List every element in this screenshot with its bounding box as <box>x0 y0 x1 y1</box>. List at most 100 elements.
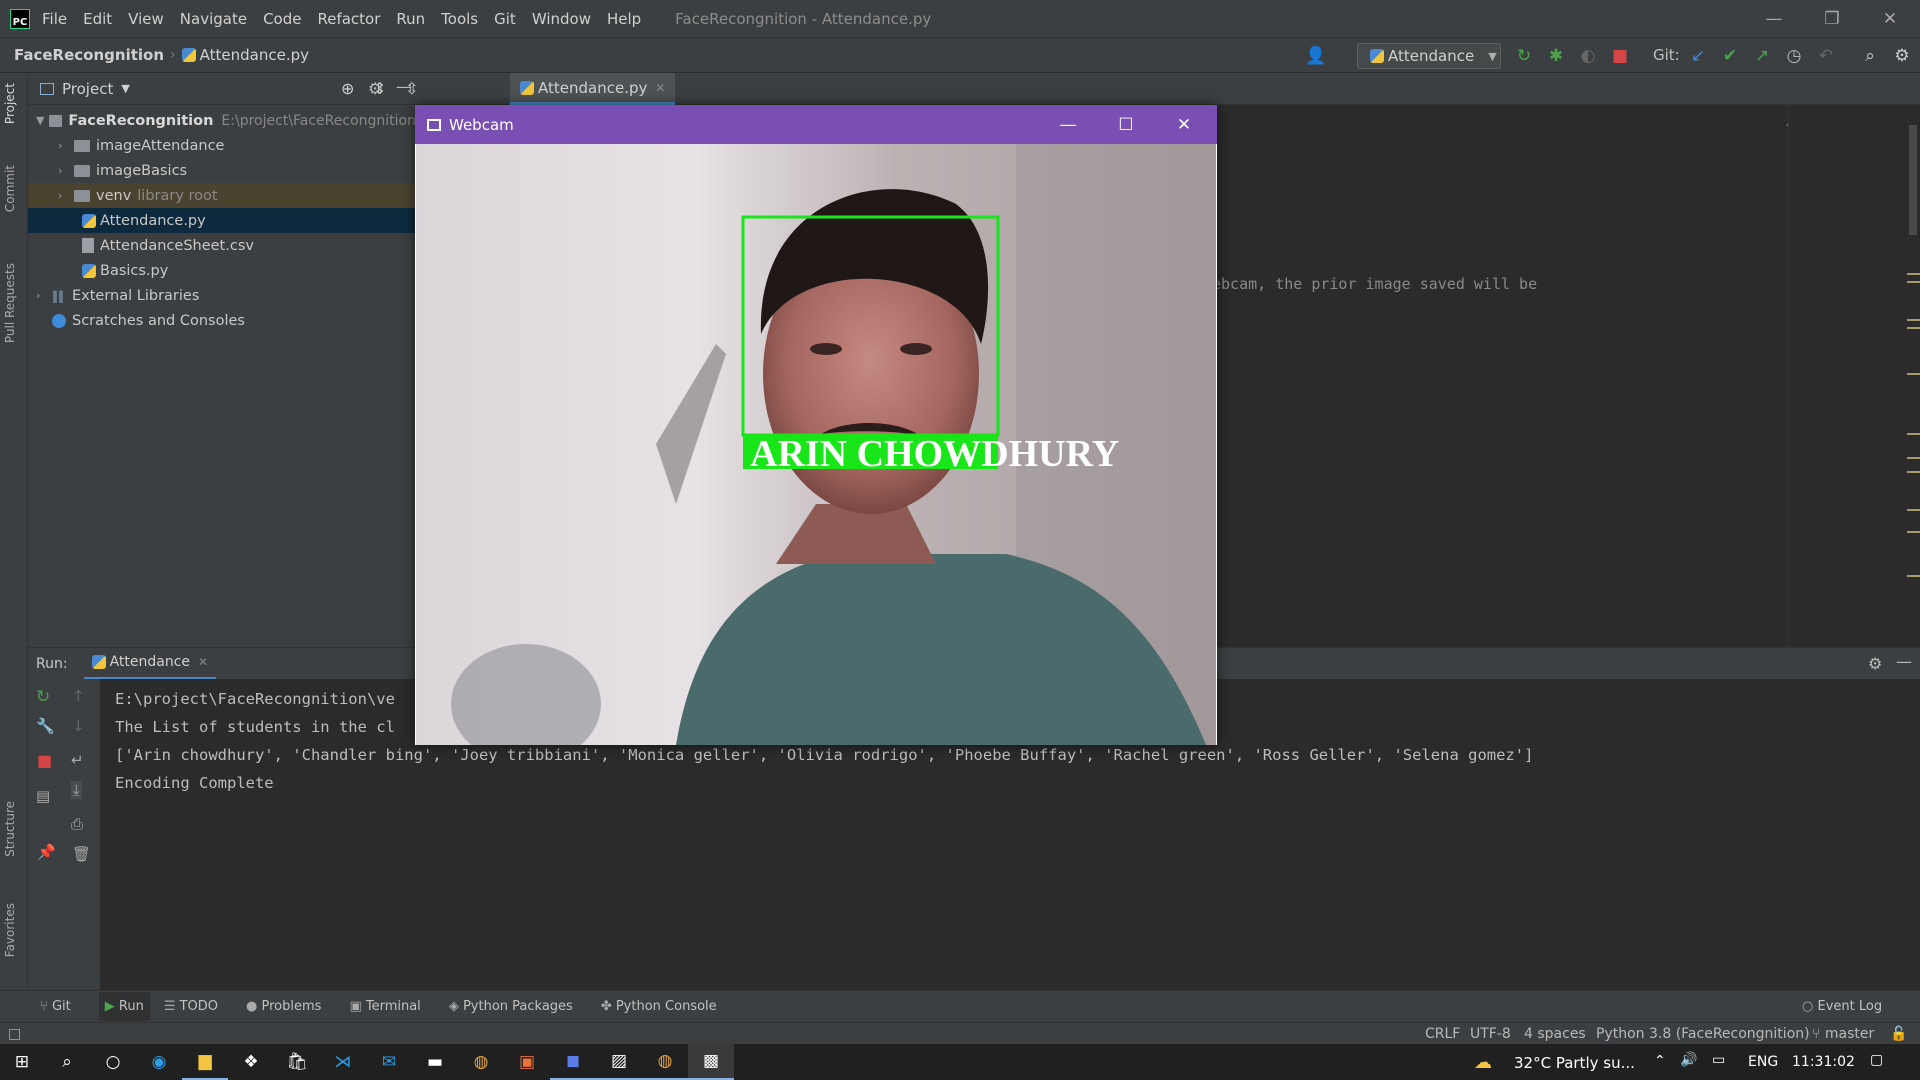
store-icon[interactable]: 🛍 <box>274 1044 320 1080</box>
run-tab-attendance[interactable]: Attendance ✕ <box>83 648 217 680</box>
menu-refactor[interactable]: Refactor <box>317 10 380 28</box>
git-update-icon[interactable]: ↙ <box>1688 46 1708 66</box>
scrollbar-thumb[interactable] <box>1909 125 1917 235</box>
menu-file[interactable]: File <box>42 10 67 28</box>
restore-icon[interactable]: ❐ <box>1803 0 1861 37</box>
breadcrumb-project[interactable]: FaceRecongnition <box>14 46 164 64</box>
tool-tab-problems[interactable]: ● Problems <box>246 999 321 1014</box>
trash-icon[interactable]: 🗑 <box>72 845 91 863</box>
minimize-icon[interactable]: — <box>1745 0 1803 37</box>
expand-arrow-icon[interactable]: › <box>36 289 52 302</box>
interpreter[interactable]: Python 3.8 (FaceRecongnition) <box>1596 1026 1810 1042</box>
event-log[interactable]: ○ Event Log <box>1802 999 1882 1014</box>
cortana-icon[interactable]: ○ <box>90 1044 136 1080</box>
stop-icon[interactable]: ■ <box>37 751 52 770</box>
arrow-down-icon[interactable]: ↓ <box>72 717 85 735</box>
terminal-icon[interactable]: ▬ <box>412 1044 458 1080</box>
menu-run[interactable]: Run <box>396 10 425 28</box>
hide-panel-icon[interactable]: — <box>396 77 412 96</box>
weather-text[interactable]: 32°C Partly su... <box>1514 1054 1635 1072</box>
python-window-icon[interactable]: ▩ <box>688 1044 734 1080</box>
stop-icon[interactable]: ■ <box>1610 46 1630 66</box>
tree-item-basics-py[interactable]: Basics.py <box>28 258 416 283</box>
layout-toggle-icon[interactable]: □ <box>8 1026 21 1042</box>
file-explorer-icon[interactable]: ▆ <box>182 1044 228 1080</box>
mail-icon[interactable]: ✉ <box>366 1044 412 1080</box>
print-icon[interactable]: ⎙ <box>71 815 83 833</box>
tool-tab-run[interactable]: ▶ Run <box>98 992 150 1021</box>
lock-icon[interactable]: 🔓 <box>1890 1026 1907 1042</box>
menu-edit[interactable]: Edit <box>83 10 112 28</box>
app-icon[interactable]: ▣ <box>504 1044 550 1080</box>
dropbox-icon[interactable]: ❖ <box>228 1044 274 1080</box>
history-icon[interactable]: ◷ <box>1784 46 1804 66</box>
file-encoding[interactable]: UTF-8 <box>1470 1026 1511 1042</box>
close-tab-icon[interactable]: ✕ <box>198 655 208 669</box>
gear-icon[interactable]: ⚙ <box>368 79 382 98</box>
tree-item-venv[interactable]: › venv library root <box>28 183 416 208</box>
menu-tools[interactable]: Tools <box>441 10 478 28</box>
close-tab-icon[interactable]: ✕ <box>655 81 665 95</box>
wrench-icon[interactable]: 🔧 <box>36 717 55 735</box>
tab-commit[interactable]: Commit <box>3 165 17 212</box>
menu-window[interactable]: Window <box>532 10 591 28</box>
notification-icon[interactable]: ▢ <box>1870 1052 1883 1068</box>
volume-icon[interactable]: 🔊 <box>1680 1052 1697 1068</box>
weather-icon[interactable]: ☁ <box>1474 1052 1492 1073</box>
tree-root[interactable]: ▼ FaceRecongnition E:\project\FaceRecong… <box>28 108 416 133</box>
tool-tab-git[interactable]: ⑂ Git <box>40 999 71 1014</box>
debug-icon[interactable]: ✱ <box>1546 46 1566 66</box>
git-push-icon[interactable]: ↗ <box>1752 46 1772 66</box>
vscode-icon[interactable]: ⋊ <box>320 1044 366 1080</box>
indent-setting[interactable]: 4 spaces <box>1524 1026 1586 1042</box>
scroll-to-end-icon[interactable]: ⤓ <box>71 781 82 799</box>
tree-item-attendance-py[interactable]: Attendance.py <box>28 208 416 233</box>
user-icon[interactable]: 👤 <box>1305 46 1326 66</box>
pin-icon[interactable]: 📌 <box>37 843 56 861</box>
expand-arrow-icon[interactable]: › <box>58 139 74 152</box>
search-icon[interactable]: ⌕ <box>1860 46 1880 66</box>
tree-item-imageattendance[interactable]: › imageAttendance <box>28 133 416 158</box>
run-config-dropdown[interactable]: Attendance ▼ <box>1357 43 1501 69</box>
menu-code[interactable]: Code <box>263 10 301 28</box>
close-icon[interactable]: ✕ <box>1861 0 1919 37</box>
tab-pull-requests[interactable]: Pull Requests <box>3 263 17 343</box>
chrome-icon[interactable]: ◍ <box>642 1044 688 1080</box>
line-separator[interactable]: CRLF <box>1425 1026 1460 1042</box>
layout-icon[interactable]: ▤ <box>36 787 50 805</box>
clock[interactable]: 11:31:02 <box>1792 1054 1855 1070</box>
chevron-down-icon[interactable]: ▼ <box>121 82 129 95</box>
tree-item-external-libraries[interactable]: › ‖‖ External Libraries <box>28 283 416 308</box>
coverage-icon[interactable]: ◐ <box>1578 46 1598 66</box>
menu-view[interactable]: View <box>128 10 164 28</box>
expand-arrow-icon[interactable]: › <box>58 189 74 202</box>
tree-item-attendancesheet-csv[interactable]: AttendanceSheet.csv <box>28 233 416 258</box>
tool-tab-python-packages[interactable]: ◈ Python Packages <box>449 999 573 1014</box>
close-icon[interactable]: ✕ <box>1155 105 1213 144</box>
search-icon[interactable]: ⌕ <box>44 1044 90 1080</box>
hide-panel-icon[interactable]: — <box>1896 652 1912 671</box>
tab-structure[interactable]: Structure <box>3 801 17 857</box>
rerun-icon[interactable]: ↻ <box>36 687 50 707</box>
git-branch[interactable]: ⑂ master <box>1812 1026 1874 1042</box>
breadcrumb-file[interactable]: Attendance.py <box>181 46 309 64</box>
arrow-up-icon[interactable]: ↑ <box>72 687 85 705</box>
tab-project[interactable]: Project <box>3 83 17 124</box>
tool-tab-python-console[interactable]: ✤ Python Console <box>601 999 717 1014</box>
zoom-icon[interactable]: ◼ <box>550 1044 596 1080</box>
settings-icon[interactable]: ⚙ <box>1892 46 1912 66</box>
tree-item-scratches[interactable]: Scratches and Consoles <box>28 308 416 333</box>
menu-navigate[interactable]: Navigate <box>180 10 247 28</box>
project-panel-title[interactable]: Project <box>62 80 113 98</box>
locate-icon[interactable]: ⊕ <box>341 79 354 98</box>
windows-start-icon[interactable]: ⊞ <box>0 1044 44 1080</box>
maximize-icon[interactable]: ☐ <box>1097 105 1155 144</box>
expand-arrow-icon[interactable]: ▼ <box>36 114 49 127</box>
menu-help[interactable]: Help <box>607 10 641 28</box>
tab-attendance-py[interactable]: Attendance.py ✕ <box>510 73 676 105</box>
language-indicator[interactable]: ENG <box>1748 1054 1778 1070</box>
settings-icon[interactable]: ⚙ <box>1868 654 1882 673</box>
tool-tab-terminal[interactable]: ▣ Terminal <box>349 999 420 1014</box>
tree-item-imagebasics[interactable]: › imageBasics <box>28 158 416 183</box>
tab-favorites[interactable]: Favorites <box>3 903 17 957</box>
